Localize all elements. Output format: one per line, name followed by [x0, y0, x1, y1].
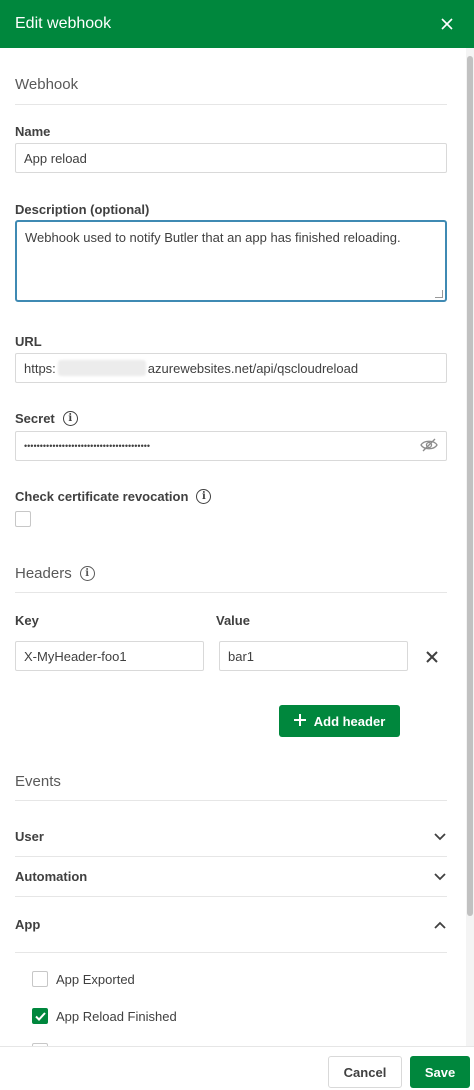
url-prefix: https: [24, 360, 56, 376]
name-field[interactable]: App reload [15, 143, 447, 173]
scrollbar-thumb[interactable] [467, 56, 473, 916]
divider [15, 592, 447, 593]
chevron-up-icon [433, 918, 447, 932]
header-key-value: X-MyHeader-foo1 [24, 648, 127, 664]
event-label: App Exported [56, 971, 135, 987]
chevron-down-icon [433, 830, 447, 844]
description-field[interactable]: Webhook used to notify Butler that an ap… [15, 220, 447, 302]
save-button[interactable]: Save [410, 1056, 470, 1088]
url-redacted [57, 360, 146, 376]
event-label: App Reload Finished [56, 1008, 177, 1024]
info-icon[interactable]: i [79, 566, 95, 581]
divider [15, 856, 447, 857]
remove-header-icon[interactable] [425, 650, 439, 667]
cancel-button[interactable]: Cancel [328, 1056, 402, 1088]
event-item-app-exported[interactable]: App Exported [32, 971, 135, 987]
dialog-title: Edit webhook [15, 15, 112, 32]
events-group-label: App [15, 917, 41, 932]
headers-section-title: Headers i [15, 565, 95, 582]
header-key-field[interactable]: X-MyHeader-foo1 [15, 641, 204, 671]
eye-slash-icon[interactable] [420, 438, 438, 455]
events-group-label: Automation [15, 869, 88, 884]
url-suffix: azurewebsites.net/api/qscloudreload [147, 360, 359, 376]
cert-revocation-checkbox[interactable] [15, 511, 31, 527]
secret-value: •••••••••••••••••••••••••••••••••••••••• [24, 441, 151, 451]
name-label: Name [15, 124, 51, 139]
dialog-footer: Cancel Save [0, 1046, 474, 1090]
events-group-app[interactable]: App [15, 917, 447, 932]
dialog-header: Edit webhook [0, 0, 474, 48]
events-group-label: User [15, 829, 44, 844]
url-label: URL [15, 334, 42, 349]
plus-icon [293, 713, 306, 729]
dialog-body: Webhook Name App reload Description (opt… [0, 48, 466, 1046]
description-label: Description (optional) [15, 202, 150, 217]
events-group-user[interactable]: User [15, 829, 447, 844]
close-icon[interactable] [435, 12, 459, 36]
resize-handle[interactable] [435, 290, 443, 298]
header-value-field[interactable]: bar1 [219, 641, 408, 671]
url-field[interactable]: https: azurewebsites.net/api/qscloudrelo… [15, 353, 447, 383]
header-value-value: bar1 [228, 648, 255, 664]
checkmark-icon [34, 1011, 46, 1021]
events-group-automation[interactable]: Automation [15, 869, 447, 884]
event-checkbox[interactable] [32, 971, 48, 987]
secret-label: Secret i [15, 411, 78, 426]
divider [15, 800, 447, 801]
description-value: Webhook used to notify Butler that an ap… [25, 230, 401, 245]
event-item-app-reload-finished[interactable]: App Reload Finished [32, 1008, 177, 1024]
add-header-button[interactable]: Add header [279, 705, 400, 737]
events-section-title: Events [15, 773, 61, 790]
header-key-label: Key [15, 613, 39, 628]
header-value-label: Value [216, 613, 250, 628]
divider [15, 952, 447, 953]
cert-revocation-label: Check certificate revocation i [15, 489, 212, 504]
divider [15, 104, 447, 105]
add-header-label: Add header [313, 713, 386, 729]
info-icon[interactable]: i [196, 489, 212, 504]
scrollbar[interactable] [466, 48, 474, 1046]
secret-field[interactable]: •••••••••••••••••••••••••••••••••••••••• [15, 431, 447, 461]
chevron-down-icon [433, 870, 447, 884]
info-icon[interactable]: i [62, 411, 78, 426]
webhook-section-title: Webhook [15, 76, 79, 93]
event-checkbox[interactable] [32, 1008, 48, 1024]
name-value: App reload [24, 150, 87, 166]
divider [15, 896, 447, 897]
